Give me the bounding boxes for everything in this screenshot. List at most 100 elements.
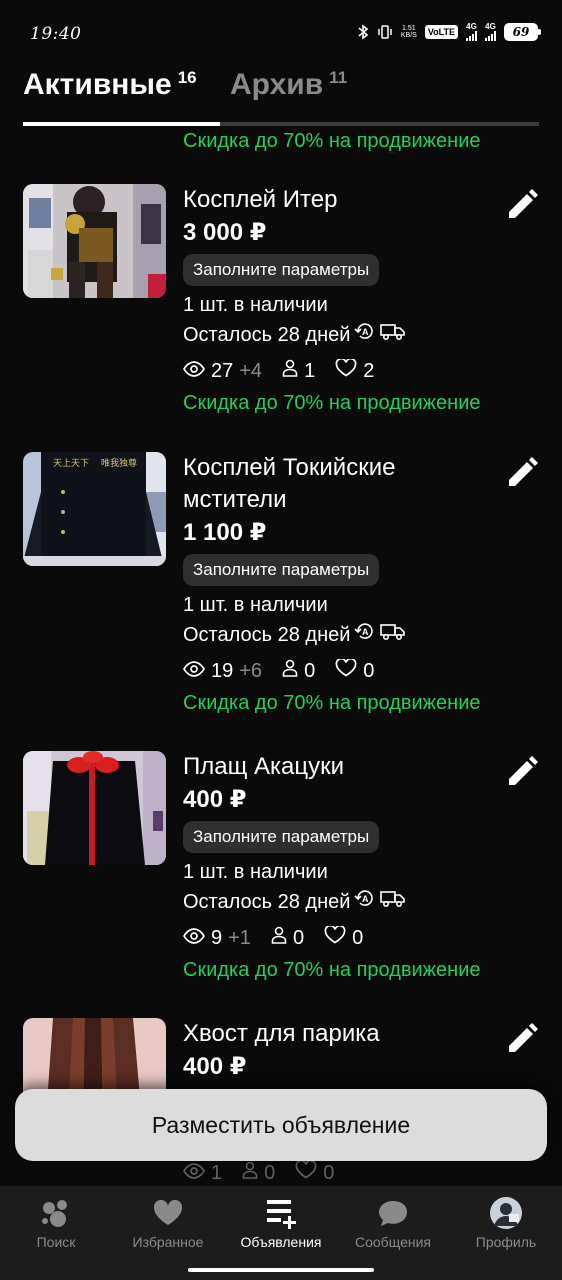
- tab-archive-label: Архив: [230, 68, 324, 101]
- listing-photo[interactable]: [23, 751, 166, 865]
- listing-photo[interactable]: 天上天下 唯我独尊: [23, 452, 166, 566]
- views-count: 19: [211, 660, 234, 682]
- likes-count: 0: [352, 927, 364, 949]
- nav-item-favorites[interactable]: Избранное: [112, 1196, 224, 1250]
- promo-link[interactable]: Скидка до 70% на продвижение: [183, 130, 481, 153]
- listings-list[interactable]: Скидка до 70% на продвижение Косплей Ите…: [0, 126, 562, 1186]
- likes-count: 0: [363, 660, 375, 682]
- stock-text: 1 шт. в наличии: [183, 861, 328, 883]
- listing-price: 3 000 ₽: [183, 219, 267, 246]
- place-ad-button[interactable]: Разместить объявление: [15, 1089, 547, 1161]
- fill-params-chip[interactable]: Заполните параметры: [183, 554, 380, 586]
- nav-item-profile[interactable]: Профиль: [450, 1196, 562, 1250]
- network-speed-value: 1.51: [402, 24, 416, 32]
- eye-icon: [183, 656, 205, 686]
- heart-outline-icon: [335, 356, 357, 386]
- status-bar: 19:40 1.51 KB/S VoLTE 4G 4G 69: [0, 0, 562, 68]
- tab-active-count: 16: [177, 68, 197, 87]
- svg-text:A: A: [362, 327, 369, 337]
- edit-pencil-icon[interactable]: [505, 1022, 539, 1056]
- sim2-signal: 4G: [485, 22, 496, 41]
- remaining-row: Осталось 28 дней A: [183, 620, 503, 650]
- battery-indicator: 69: [504, 22, 541, 41]
- delivery-icon: [380, 887, 406, 917]
- status-icons: 1.51 KB/S VoLTE 4G 4G 69: [357, 22, 541, 41]
- heart-icon: [151, 1196, 185, 1230]
- volte-badge: VoLTE: [424, 24, 458, 39]
- tab-active-label: Активные: [23, 68, 172, 101]
- remaining-row: Осталось 28 дней A: [183, 887, 503, 917]
- fill-params-chip[interactable]: Заполните параметры: [183, 254, 380, 286]
- status-time: 19:40: [30, 24, 82, 44]
- avatar: [489, 1196, 523, 1230]
- views-count: 9: [211, 927, 223, 949]
- listing-title[interactable]: Плащ Акацуки: [183, 751, 503, 783]
- sim2-label: 4G: [485, 22, 496, 31]
- listing-price: 1 100 ₽: [183, 519, 267, 546]
- stats-row: 27 +4 1 2: [183, 356, 503, 386]
- remaining-row: Осталось 28 дней A: [183, 320, 503, 350]
- nav-label: Объявления: [240, 1234, 322, 1250]
- contacts-count: 1: [304, 360, 316, 382]
- remaining-text: Осталось 28 дней: [183, 624, 351, 646]
- tab-archive[interactable]: Архив 11: [230, 68, 347, 102]
- fill-params-chip[interactable]: Заполните параметры: [183, 821, 380, 853]
- tab-active[interactable]: Активные 16: [23, 68, 197, 102]
- listing-title[interactable]: Косплей Итер: [183, 184, 503, 216]
- nav-item-listings[interactable]: Объявления: [225, 1196, 337, 1250]
- likes-count: 2: [363, 360, 375, 382]
- nav-label: Сообщения: [355, 1234, 431, 1250]
- stats-row: 1 0 0: [183, 1158, 334, 1186]
- remaining-text: Осталось 28 дней: [183, 891, 351, 913]
- nav-item-messages[interactable]: Сообщения: [337, 1196, 449, 1250]
- listing-price: 400 ₽: [183, 786, 247, 813]
- auto-renew-icon: A: [354, 887, 376, 917]
- vibrate-icon: [377, 24, 393, 40]
- edit-pencil-icon[interactable]: [505, 456, 539, 490]
- promo-link[interactable]: Скидка до 70% на продвижение: [183, 688, 503, 718]
- views-count: 27: [211, 360, 234, 382]
- bottom-nav: Поиск Избранное Объявления Сообщения Про…: [0, 1186, 562, 1280]
- contacts-count: 0: [292, 927, 305, 949]
- nav-label: Профиль: [475, 1234, 537, 1250]
- sim1-label: 4G: [466, 22, 477, 31]
- heart-outline-icon: [324, 923, 346, 953]
- nav-label: Поиск: [36, 1234, 76, 1250]
- nav-label: Избранное: [132, 1234, 204, 1250]
- contacts-count: 0: [304, 660, 316, 682]
- svg-text:A: A: [362, 894, 369, 904]
- edit-pencil-icon[interactable]: [505, 188, 539, 222]
- person-icon: [271, 923, 287, 953]
- stock-text: 1 шт. в наличии: [183, 594, 328, 616]
- eye-icon: [183, 923, 205, 953]
- bluetooth-icon: [357, 23, 369, 40]
- svg-text:唯我独尊: 唯我独尊: [101, 457, 137, 469]
- listing-photo[interactable]: [23, 184, 166, 298]
- delivery-icon: [380, 320, 406, 350]
- likes-count: 0: [323, 1162, 335, 1184]
- eye-icon: [183, 1158, 205, 1186]
- nav-item-search[interactable]: Поиск: [0, 1196, 112, 1250]
- listing-title[interactable]: Хвост для парика: [183, 1018, 503, 1050]
- promo-link[interactable]: Скидка до 70% на продвижение: [183, 388, 503, 418]
- heart-outline-icon: [295, 1158, 317, 1186]
- delivery-icon: [380, 620, 406, 650]
- person-icon: [282, 356, 298, 386]
- eye-icon: [183, 356, 205, 386]
- listing-title[interactable]: Косплей Токийские мстители: [183, 452, 503, 516]
- views-new: +1: [228, 927, 251, 949]
- heart-outline-icon: [335, 656, 357, 686]
- stats-row: 19 +6 0 0: [183, 656, 503, 686]
- auto-renew-icon: A: [354, 620, 376, 650]
- listings-add-icon: [264, 1196, 298, 1230]
- listing-tabs: Активные 16 Архив 11: [23, 68, 539, 126]
- stats-row: 9 +1 0 0: [183, 923, 503, 953]
- chat-icon: [376, 1196, 410, 1230]
- views-new: +4: [239, 360, 263, 382]
- promo-link[interactable]: Скидка до 70% на продвижение: [183, 955, 503, 985]
- stock-text: 1 шт. в наличии: [183, 294, 328, 316]
- svg-text:天上天下: 天上天下: [53, 458, 89, 469]
- views-new: +6: [239, 660, 263, 682]
- edit-pencil-icon[interactable]: [505, 755, 539, 789]
- gesture-bar[interactable]: [188, 1268, 374, 1272]
